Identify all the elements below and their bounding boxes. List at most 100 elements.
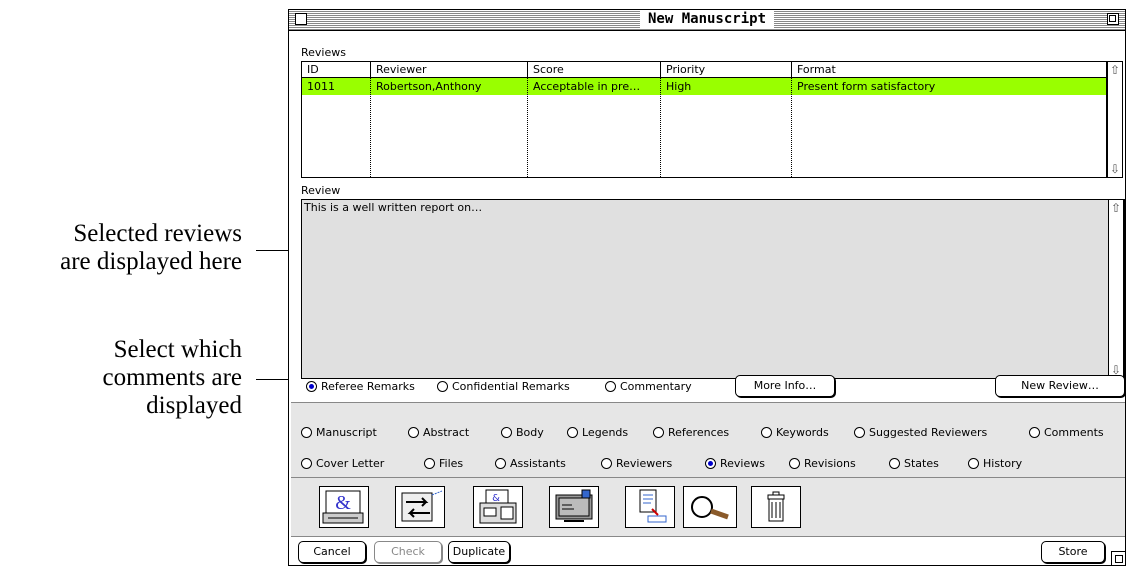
cell-format: Present form satisfactory (797, 80, 936, 93)
tab-label: Legends (582, 426, 629, 439)
reviews-scrollbar[interactable]: ⇧ ⇩ (1107, 61, 1123, 178)
review-scrollbar[interactable]: ⇧ ⇩ (1108, 199, 1124, 379)
tool-panel: & & (291, 478, 1125, 537)
column-header-reviewer[interactable]: Reviewer (371, 62, 528, 78)
tab-manuscript[interactable]: Manuscript (301, 426, 377, 439)
cell-score: Acceptable in pre… (528, 78, 661, 95)
tab-references[interactable]: References (653, 426, 729, 439)
annotation-reviews-line2: are displayed here (60, 248, 242, 275)
check-button[interactable]: Check (374, 541, 442, 563)
window-title: New Manuscript (639, 11, 775, 28)
tab-body[interactable]: Body (501, 426, 544, 439)
cancel-button[interactable]: Cancel (298, 541, 366, 563)
tab-suggested-reviewers[interactable]: Suggested Reviewers (854, 426, 987, 439)
tab-legends[interactable]: Legends (567, 426, 628, 439)
scroll-down-arrow-icon[interactable]: ⇩ (1108, 161, 1122, 177)
radio-icon (501, 427, 512, 438)
reviews-label: Reviews (301, 46, 346, 59)
radio-icon (789, 458, 800, 469)
tab-history[interactable]: History (968, 457, 1022, 470)
more-info-button[interactable]: More Info… (735, 375, 835, 397)
document-export-icon[interactable] (625, 486, 675, 528)
radio-referee-remarks[interactable]: Referee Remarks (306, 380, 415, 393)
radio-label: Commentary (620, 380, 692, 393)
radio-icon (437, 381, 448, 392)
annotation-comments-line1: Select which (113, 336, 242, 363)
radio-icon (854, 427, 865, 438)
tab-reviewers[interactable]: Reviewers (601, 457, 672, 470)
annotation-reviews: Selected reviews are displayed here (0, 220, 242, 276)
svg-text:&: & (335, 492, 351, 514)
annotation-reviews-line1: Selected reviews (73, 220, 242, 247)
tab-label: Reviewers (616, 457, 673, 470)
column-header-priority[interactable]: Priority (661, 62, 792, 78)
tab-label: Files (439, 457, 464, 470)
tab-assistants[interactable]: Assistants (495, 457, 566, 470)
fax-icon[interactable]: & (473, 486, 523, 528)
review-text[interactable]: This is a well written report on… (302, 200, 1108, 378)
review-text-area[interactable]: This is a well written report on… ⇧ ⇩ (301, 199, 1125, 379)
tab-label: Assistants (510, 457, 566, 470)
radio-icon (1029, 427, 1040, 438)
tab-abstract[interactable]: Abstract (408, 426, 469, 439)
column-header-score[interactable]: Score (528, 62, 661, 78)
annotation-comments: Select which comments are displayed (0, 336, 242, 420)
table-row[interactable]: 1011 Robertson,Anthony Acceptable in pre… (302, 78, 1106, 95)
radio-icon (889, 458, 900, 469)
tab-cover-letter[interactable]: Cover Letter (301, 457, 384, 470)
tab-keywords[interactable]: Keywords (761, 426, 829, 439)
tab-label: Manuscript (316, 426, 377, 439)
radio-icon (424, 458, 435, 469)
tab-label: Keywords (776, 426, 829, 439)
transfer-arrows-icon[interactable] (395, 486, 445, 528)
radio-icon (301, 427, 312, 438)
radio-icon (601, 458, 612, 469)
resize-handle-icon[interactable] (1111, 551, 1125, 565)
section-tabs: Manuscript Abstract Body Legends Referen… (291, 402, 1125, 478)
tab-reviews[interactable]: Reviews (705, 457, 765, 470)
tab-label: Abstract (423, 426, 470, 439)
radio-icon (301, 458, 312, 469)
reviews-table: ID Reviewer Score Priority Format 1011 R… (301, 61, 1107, 178)
trash-icon[interactable] (751, 486, 801, 528)
magnifier-icon[interactable] (683, 486, 737, 528)
cell-priority: High (661, 78, 792, 95)
tab-label: Comments (1044, 426, 1104, 439)
column-header-id[interactable]: ID (302, 62, 371, 78)
tab-label: References (668, 426, 730, 439)
radio-icon (653, 427, 664, 438)
tab-label: Revisions (804, 457, 856, 470)
radio-icon (408, 427, 419, 438)
radio-label: Referee Remarks (321, 380, 415, 393)
tab-files[interactable]: Files (424, 457, 463, 470)
scroll-up-arrow-icon[interactable]: ⇧ (1109, 200, 1123, 216)
radio-confidential-remarks[interactable]: Confidential Remarks (437, 380, 570, 393)
zoom-box-icon[interactable] (1107, 13, 1119, 25)
title-bar[interactable]: New Manuscript (289, 10, 1125, 31)
new-review-button[interactable]: New Review… (995, 375, 1125, 397)
cell-reviewer: Robertson,Anthony (371, 78, 528, 95)
tab-label: History (983, 457, 1023, 470)
cell-id: 1011 (302, 78, 371, 95)
radio-icon (968, 458, 979, 469)
tab-revisions[interactable]: Revisions (789, 457, 856, 470)
annotation-comments-line2: comments are (102, 364, 242, 391)
manuscript-window: New Manuscript Reviews ID Reviewer Score… (288, 9, 1126, 566)
scroll-up-arrow-icon[interactable]: ⇧ (1108, 62, 1122, 78)
store-button[interactable]: Store (1041, 541, 1105, 563)
svg-text:&: & (492, 493, 500, 504)
radio-icon (495, 458, 506, 469)
radio-commentary[interactable]: Commentary (605, 380, 692, 393)
tab-comments[interactable]: Comments (1029, 426, 1104, 439)
duplicate-button[interactable]: Duplicate (448, 541, 510, 563)
tab-label: Cover Letter (316, 457, 385, 470)
tab-label: States (904, 457, 939, 470)
close-box-icon[interactable] (295, 13, 307, 25)
column-header-format[interactable]: Format (792, 62, 1106, 78)
tab-label: Suggested Reviewers (869, 426, 988, 439)
review-label: Review (301, 184, 341, 197)
radio-icon (567, 427, 578, 438)
mail-computer-icon[interactable] (549, 486, 599, 528)
ampersand-printer-icon[interactable]: & (319, 486, 369, 528)
tab-states[interactable]: States (889, 457, 939, 470)
